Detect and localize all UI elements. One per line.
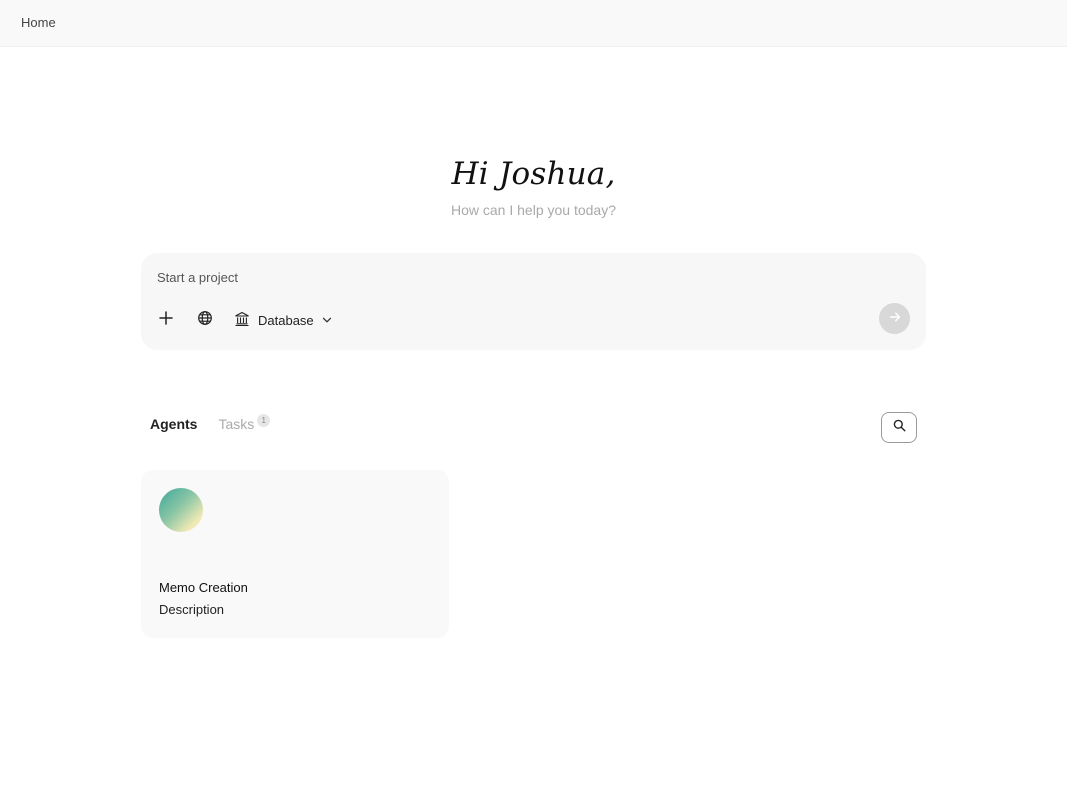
agent-card[interactable]: Memo Creation Description	[141, 470, 449, 638]
agent-description: Description	[159, 602, 225, 617]
add-button[interactable]	[155, 309, 177, 331]
greeting-title: Hi Joshua,	[451, 156, 616, 192]
send-button[interactable]	[879, 303, 910, 334]
tab-tasks[interactable]: Tasks 1	[218, 414, 271, 432]
database-selector[interactable]: Database	[234, 309, 332, 331]
plus-icon	[159, 310, 173, 330]
tasks-count-badge: 1	[257, 414, 271, 427]
web-search-button[interactable]	[194, 309, 216, 331]
tab-bar: Agents Tasks 1	[150, 414, 271, 438]
search-icon	[893, 419, 906, 437]
agent-avatar	[159, 488, 203, 532]
tab-agents[interactable]: Agents	[150, 416, 197, 432]
breadcrumb-home[interactable]: Home	[21, 15, 56, 30]
project-input[interactable]	[157, 270, 857, 285]
tab-label: Agents	[150, 416, 198, 432]
tab-label: Tasks	[218, 416, 255, 432]
search-button[interactable]	[881, 412, 917, 443]
project-composer: Database	[141, 253, 926, 350]
bank-icon	[234, 311, 250, 330]
greeting-subtitle: How can I help you today?	[451, 202, 616, 218]
top-bar: Home	[0, 0, 1067, 47]
arrow-right-icon	[889, 310, 901, 328]
database-label: Database	[258, 312, 314, 328]
globe-icon	[197, 310, 213, 331]
chevron-down-icon	[322, 313, 332, 328]
agent-name: Memo Creation	[159, 580, 248, 595]
